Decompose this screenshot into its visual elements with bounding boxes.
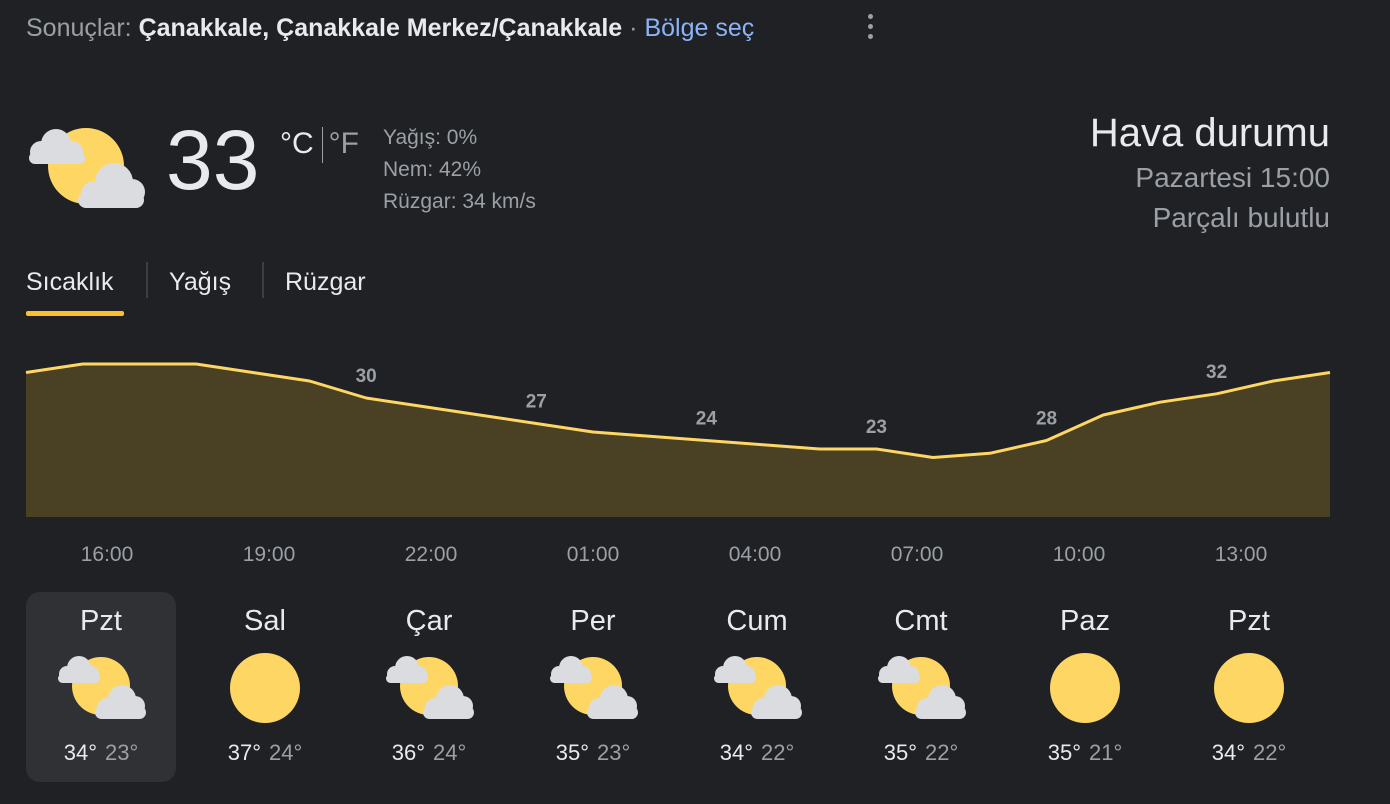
chart-data-label: 32 (1206, 362, 1227, 383)
weather-summary: Hava durumu Pazartesi 15:00 Parçalı bulu… (1090, 108, 1330, 238)
sunny-icon (1039, 652, 1131, 724)
day-temperatures: 37° 24° (190, 739, 340, 767)
day-temperatures: 34° 22° (682, 739, 832, 767)
day-low-temp: 23° (597, 740, 631, 765)
current-condition: Parçalı bulutlu (1152, 202, 1330, 233)
more-vert-icon[interactable] (856, 12, 884, 44)
day-name: Çar (405, 605, 453, 637)
chart-tick-label: 16:00 (80, 543, 134, 566)
tab-selected-indicator (26, 311, 124, 316)
day-temperatures: 35° 23° (518, 739, 668, 767)
day-low-temp: 21° (1089, 740, 1123, 765)
partly-cloudy-icon (875, 652, 967, 724)
chart-data-label: 33 (42, 360, 63, 362)
results-label: Sonuçlar: (26, 14, 132, 42)
day-high-temp: 35° (883, 740, 917, 765)
day-low-temp: 24° (269, 740, 303, 765)
location-name: Çanakkale, Çanakkale Merkez/Çanakkale (138, 14, 623, 42)
choose-region-link[interactable]: Bölge seç (644, 14, 754, 42)
chart-tick-label: 07:00 (890, 543, 944, 566)
day-high-temp: 36° (391, 740, 425, 765)
chart-data-label: 24 (696, 409, 718, 430)
sunny-icon (1203, 652, 1295, 724)
day-temperatures: 35° 21° (1010, 739, 1160, 767)
day-low-temp: 23° (105, 740, 139, 765)
day-high-temp: 35° (1047, 740, 1081, 765)
chart-data-label: 28 (1036, 409, 1057, 430)
precipitation-text: Yağış: 0% (383, 126, 478, 149)
current-temperature: 33 (166, 113, 260, 207)
chart-data-label: 27 (526, 392, 547, 413)
day-temperatures: 34° 23° (26, 739, 176, 767)
temperature-chart[interactable]: 3334302724232832 (0, 360, 1390, 530)
day-temperatures: 34° 22° (1174, 739, 1324, 767)
tab-divider (146, 262, 148, 298)
day-name: Pzt (1228, 605, 1270, 637)
day-high-temp: 34° (63, 740, 97, 765)
chart-data-label: 30 (356, 366, 377, 387)
humidity-text: Nem: 42% (383, 158, 482, 181)
day-card[interactable]: Pzt 34° 22° (1174, 592, 1324, 782)
chart-tick-label: 10:00 (1052, 543, 1106, 566)
day-low-temp: 22° (761, 740, 795, 765)
partly-cloudy-icon (711, 652, 803, 724)
day-name: Cum (726, 605, 788, 637)
partly-cloudy-icon (55, 652, 147, 724)
day-name: Paz (1060, 605, 1110, 637)
day-low-temp: 22° (1253, 740, 1287, 765)
unit-divider (321, 127, 323, 164)
weather-details: Yağış: 0% Nem: 42% Rüzgar: 34 km/s (383, 122, 536, 218)
chart-tick-label: 04:00 (728, 543, 782, 566)
day-card[interactable]: Sal 37° 24° (190, 592, 340, 782)
day-card[interactable]: Pzt 34° 23° (26, 592, 176, 782)
partly-cloudy-icon (383, 652, 475, 724)
day-card[interactable]: Paz 35° 21° (1010, 592, 1160, 782)
day-name: Per (570, 605, 616, 637)
tab-precipitation[interactable]: Yağış (169, 262, 231, 302)
celsius-toggle[interactable]: °C (280, 127, 314, 160)
partly-cloudy-icon (547, 652, 639, 724)
day-name: Cmt (894, 605, 948, 637)
tab-wind[interactable]: Rüzgar (285, 262, 366, 302)
day-high-temp: 34° (1211, 740, 1245, 765)
day-temperatures: 36° 24° (354, 739, 504, 767)
chart-tick-label: 22:00 (404, 543, 458, 566)
day-low-temp: 24° (433, 740, 467, 765)
day-card[interactable]: Çar 36° 24° (354, 592, 504, 782)
current-time: Pazartesi 15:00 (1135, 162, 1330, 193)
tab-divider (262, 262, 264, 298)
day-card[interactable]: Per 35° 23° (518, 592, 668, 782)
weather-title: Hava durumu (1089, 111, 1330, 155)
chart-area-fill (26, 364, 1330, 517)
chart-tick-label: 13:00 (1214, 543, 1268, 566)
wind-text: Rüzgar: 34 km/s (383, 190, 536, 213)
sunny-icon (219, 652, 311, 724)
tab-temperature[interactable]: Sıcaklık (26, 262, 114, 302)
day-low-temp: 22° (925, 740, 959, 765)
fahrenheit-toggle[interactable]: °F (329, 127, 359, 160)
day-temperatures: 35° 22° (846, 739, 996, 767)
day-high-temp: 35° (555, 740, 589, 765)
partly-cloudy-icon (26, 122, 146, 214)
header-separator: · (629, 14, 638, 42)
chart-data-label: 23 (866, 417, 887, 438)
location-header: Sonuçlar: Çanakkale, Çanakkale Merkez/Ça… (26, 12, 754, 44)
day-name: Pzt (80, 605, 122, 637)
day-name: Sal (244, 605, 286, 637)
day-high-temp: 37° (227, 740, 261, 765)
day-card[interactable]: Cmt 35° 22° (846, 592, 996, 782)
day-card[interactable]: Cum 34° 22° (682, 592, 832, 782)
chart-tick-label: 01:00 (566, 543, 620, 566)
chart-tick-label: 19:00 (242, 543, 296, 566)
unit-switcher: °C °F (280, 124, 359, 164)
day-high-temp: 34° (719, 740, 753, 765)
